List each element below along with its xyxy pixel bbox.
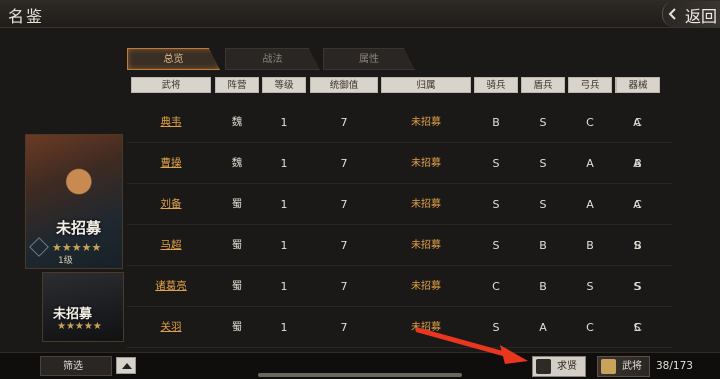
command-cell: 7 [340,239,348,252]
archer-grade-cell: C [586,321,594,334]
level-cell: 1 [280,239,288,252]
command-cell: 7 [340,157,348,170]
cavalry-grade-cell: B [492,116,500,129]
level-cell: 1 [280,198,288,211]
back-button[interactable]: 返回 [662,1,720,27]
portrait-level: 1级 [58,256,73,266]
column-header-shield[interactable]: 盾兵 [521,77,565,93]
cavalry-grade-cell: S [492,321,500,334]
seek-talent-label: 求贤 [557,361,577,372]
column-header-siege[interactable]: 器械 [616,77,660,93]
shield-grade-cell: B [539,280,547,293]
filter-button[interactable]: 筛选 [40,356,112,376]
command-cell: 7 [340,321,348,334]
faction-cell: 蜀 [231,280,243,292]
back-label: 返回 [685,7,718,26]
status-cell: 未招募 [411,199,441,210]
cavalry-grade-cell: C [492,280,500,293]
table-row[interactable]: 刘备蜀 1 7 未招募 S S A A C [127,184,672,225]
filter-expand-icon[interactable] [116,357,136,374]
general-portrait-card[interactable]: 未招募 ★★★★★ [42,272,124,342]
page-title: 名鉴 [8,7,45,26]
siege-grade-cell: C [634,198,642,211]
column-header-general[interactable]: 武将 [131,77,211,93]
cavalry-grade-cell: S [492,157,500,170]
faction-cell: 蜀 [231,321,243,333]
tab-attributes[interactable]: 属性 [323,48,415,70]
table-row[interactable]: 典韦魏 1 7 未招募 B S C A C [127,102,672,143]
status-cell: 未招募 [411,322,441,333]
siege-grade-cell: C [634,321,642,334]
level-cell: 1 [280,116,288,129]
generals-button[interactable]: 武将 [597,356,650,377]
top-bar: 名鉴 返回 [0,0,720,28]
table-row[interactable]: 关羽蜀 1 7 未招募 S A C S C [127,307,672,348]
column-header-archer[interactable]: 弓兵 [568,77,612,93]
column-header-level[interactable]: 等级 [262,77,306,93]
archer-grade-cell: C [586,116,594,129]
siege-grade-cell: S [634,280,642,293]
shield-grade-cell: A [539,321,547,334]
siege-grade-cell: C [634,116,642,129]
command-cell: 7 [340,280,348,293]
table-row[interactable]: 曹操魏 1 7 未招募 S S A A B [127,143,672,184]
table-row[interactable]: 马超蜀 1 7 未招募 S B B S B [127,225,672,266]
shield-grade-cell: B [539,239,547,252]
status-cell: 未招募 [411,158,441,169]
archer-grade-cell: B [586,239,594,252]
status-cell: 未招募 [411,281,441,292]
general-portrait-card[interactable]: 未招募 ★★★★★ 1级 [25,134,123,269]
shield-grade-cell: S [539,116,547,129]
seek-talent-button[interactable]: 求贤 [532,356,586,377]
archer-grade-cell: A [586,157,594,170]
command-cell: 7 [340,116,348,129]
archer-grade-cell: S [586,280,594,293]
command-cell: 7 [340,198,348,211]
general-name-link[interactable]: 刘备 [131,184,211,225]
cavalry-grade-cell: S [492,198,500,211]
level-cell: 1 [280,157,288,170]
shield-grade-cell: S [539,198,547,211]
back-arrow-icon [668,8,676,20]
generals-label: 武将 [622,361,642,372]
column-header-faction[interactable]: 阵营 [215,77,259,93]
general-name-link[interactable]: 诸葛亮 [131,266,211,307]
general-name-link[interactable]: 曹操 [131,143,211,184]
rank-diamond-icon [29,237,49,257]
general-scroll-icon [601,359,616,374]
portrait-status: 未招募 [53,307,93,322]
level-cell: 1 [280,280,288,293]
shield-grade-cell: S [539,157,547,170]
level-cell: 1 [280,321,288,334]
status-cell: 未招募 [411,240,441,251]
general-count: 38/173 [656,360,693,372]
portrait-status: 未招募 [56,219,102,237]
table-row[interactable]: 诸葛亮蜀 1 7 未招募 C B S S S [127,266,672,307]
general-name-link[interactable]: 马超 [131,225,211,266]
faction-cell: 魏 [231,157,243,169]
general-name-link[interactable]: 关羽 [131,307,211,348]
siege-grade-cell: B [634,157,642,170]
column-header-command[interactable]: 统御值 [310,77,378,93]
siege-grade-cell: B [634,239,642,252]
status-cell: 未招募 [411,117,441,128]
cavalry-grade-cell: S [492,239,500,252]
general-name-link[interactable]: 典韦 [131,102,211,143]
table-header: 武将 阵营 等级 统御值 归属 骑兵 盾兵 弓兵 枪兵 [127,75,664,95]
tab-tactics[interactable]: 战法 [225,48,320,70]
faction-cell: 蜀 [231,239,243,251]
seek-talent-icon [536,359,551,374]
faction-cell: 蜀 [231,198,243,210]
tab-overview[interactable]: 总览 [127,48,220,70]
column-header-cavalry[interactable]: 骑兵 [474,77,518,93]
home-indicator[interactable] [258,373,462,377]
archer-grade-cell: A [586,198,594,211]
column-header-status[interactable]: 归属 [381,77,471,93]
faction-cell: 魏 [231,116,243,128]
portrait-stars: ★★★★★ [57,321,102,332]
